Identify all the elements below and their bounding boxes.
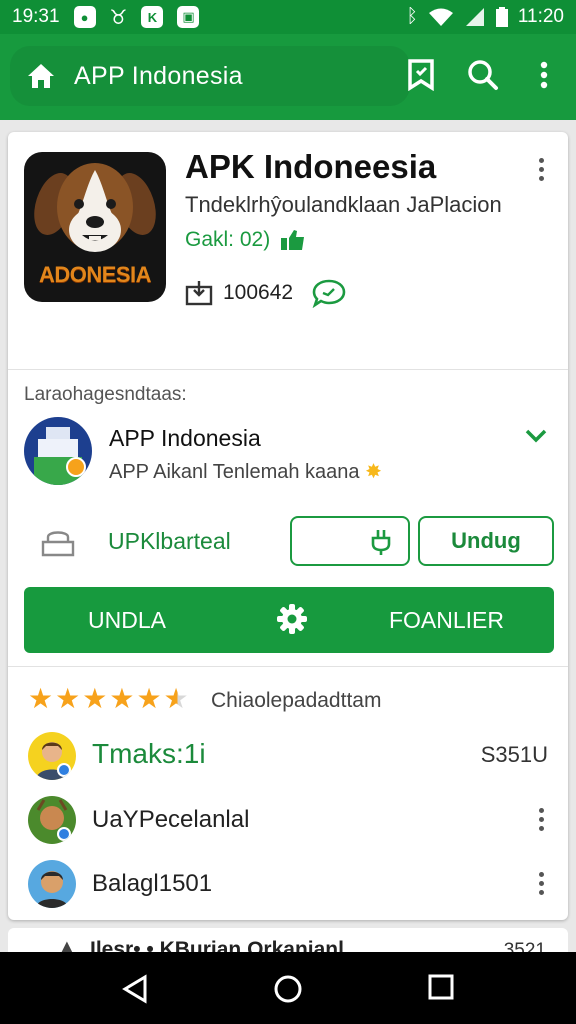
primary-action-button[interactable]: UNDLA FOANLIER	[24, 587, 554, 653]
app-bar: APP Indonesia	[0, 34, 576, 120]
review-row[interactable]: UaYPecelanlal	[8, 792, 568, 848]
chat-icon[interactable]	[311, 278, 347, 308]
divider	[8, 369, 568, 370]
star-icon: ★	[136, 683, 162, 714]
chevron-down-icon[interactable]	[524, 428, 548, 444]
app-subtitle: Tndeklrhŷoulandklaan JaPlacion	[185, 192, 502, 217]
signal-icon	[465, 8, 484, 26]
app-downloads: 100642	[185, 278, 347, 308]
dog-icon	[34, 163, 156, 252]
reviewer-name: UaYPecelanlal	[92, 806, 250, 833]
download-box-icon	[185, 281, 213, 306]
plug-icon	[371, 530, 391, 555]
reviewer-avatar[interactable]	[28, 732, 76, 780]
review-value: S351U	[480, 742, 548, 767]
thumbs-up-icon	[281, 230, 305, 250]
k-icon: K	[141, 6, 164, 28]
more-vert-icon[interactable]	[527, 58, 561, 92]
app-version: Gakl: 02)	[185, 228, 306, 252]
app-more-icon[interactable]	[536, 158, 546, 181]
image-icon: ▣	[177, 6, 200, 28]
review-more-icon[interactable]	[536, 808, 546, 831]
review-more-icon[interactable]	[536, 872, 546, 895]
sparkle-icon: ✸	[365, 461, 382, 483]
divider	[8, 666, 568, 667]
install-outline-button[interactable]	[290, 516, 410, 566]
home-icon[interactable]	[26, 61, 56, 91]
app-bar-title: APP Indonesia	[74, 61, 243, 90]
wifi-icon	[428, 8, 453, 26]
app-bar-title-area[interactable]: APP Indonesia	[10, 46, 410, 106]
reviewer-name: Tmaks:1i	[92, 738, 206, 769]
app-details-card: ADONESIA APK Indoneesia Tndeklrhŷoulandk…	[8, 132, 568, 920]
bluetooth-icon: ᛒ	[406, 6, 418, 27]
home-nav-icon[interactable]	[273, 974, 303, 1004]
action-row: UPKlbarteal Undug	[8, 516, 568, 568]
recents-icon[interactable]	[428, 974, 454, 1000]
status-time-left: 19:31	[12, 6, 60, 27]
pet-icon: ♉	[109, 6, 128, 29]
developer-subtitle: APP Aikanl Tenlemah kaana ✸	[109, 459, 382, 484]
rating-label: Chiaolepadadttam	[211, 689, 382, 712]
star-icon: ★	[28, 683, 54, 714]
developer-avatar[interactable]	[24, 417, 92, 485]
battery-icon	[495, 7, 508, 27]
status-bar: 19:31 ● ♉ K ▣ ᛒ 11:20	[0, 0, 576, 34]
reviewer-name: Balagl1501	[92, 870, 213, 897]
primary-action-right-label: FOANLIER	[388, 607, 504, 633]
app-title: APK Indoneesia	[185, 148, 437, 185]
star-icon: ★	[82, 683, 108, 714]
download-button[interactable]: Undug	[418, 516, 554, 566]
record-icon: ●	[73, 6, 96, 28]
back-icon[interactable]	[121, 974, 149, 1004]
rating-stars: ★ ★ ★ ★ ★ ★	[28, 684, 189, 714]
section-label: Laraohagesndtaas:	[24, 384, 187, 405]
reviewer-avatar[interactable]	[28, 860, 76, 908]
primary-action-left-label: UNDLA	[88, 607, 166, 633]
star-icon: ★	[55, 683, 81, 714]
developer-name[interactable]: APP Indonesia	[109, 425, 261, 452]
bookmark-icon[interactable]	[404, 58, 438, 92]
app-downloads-count: 100642	[223, 281, 294, 304]
gear-icon[interactable]	[276, 603, 308, 635]
action-label[interactable]: UPKlbarteal	[108, 528, 231, 555]
review-row[interactable]: Balagl1501	[8, 856, 568, 912]
app-icon-text: ADONESIA	[38, 262, 152, 287]
star-icon: ★	[109, 683, 135, 714]
app-version-text: Gakl: 02)	[185, 228, 271, 251]
app-icon[interactable]: ADONESIA	[24, 152, 166, 302]
status-time-right: 11:20	[517, 6, 564, 27]
developer-subtitle-text: APP Aikanl Tenlemah kaana	[109, 461, 360, 483]
half-star-icon: ★	[163, 683, 189, 714]
navigation-bar	[0, 952, 576, 1024]
reviewer-avatar[interactable]	[28, 796, 76, 844]
lock-icon[interactable]	[40, 528, 76, 558]
search-icon[interactable]	[466, 58, 500, 92]
review-row[interactable]: Tmaks:1i S351U	[8, 728, 568, 784]
